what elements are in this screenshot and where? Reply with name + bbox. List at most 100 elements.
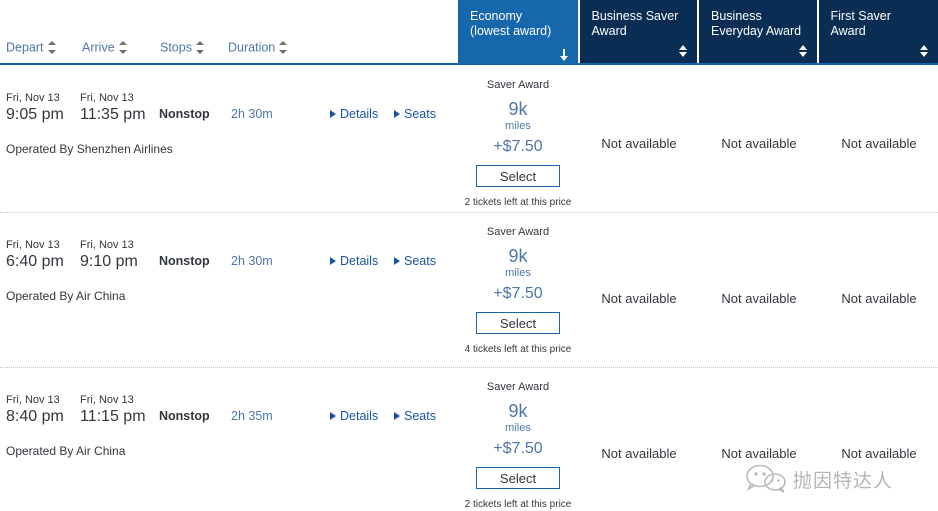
sort-descending-icon[interactable]	[559, 43, 569, 61]
duration-value: 2h 30m	[231, 254, 273, 268]
tab-first-saver-award[interactable]: First Saver Award	[818, 0, 938, 64]
column-header-duration[interactable]: Duration	[228, 40, 288, 55]
tickets-left-text: 2 tickets left at this price	[464, 197, 572, 208]
depart-day: Fri, Nov 13	[6, 239, 60, 251]
arrive-day: Fri, Nov 13	[80, 394, 134, 406]
tab-economy-label: Economy (lowest award)	[470, 9, 552, 38]
not-available-text: Not available	[721, 136, 797, 151]
depart-cell: Fri, Nov 13 9:05 pm	[6, 92, 64, 125]
fare-cell-first-saver: Not available	[820, 66, 938, 152]
sort-toggle-icon[interactable]	[919, 43, 929, 59]
award-miles: 9k	[508, 401, 528, 421]
seats-link-label: Seats	[404, 409, 436, 423]
details-link[interactable]: Details	[330, 107, 378, 121]
arrive-time: 11:35 pm	[80, 106, 146, 123]
award-miles: 9k	[508, 246, 528, 266]
fare-class-tab-bar: Economy (lowest award) Business Saver Aw…	[458, 0, 938, 64]
operated-by-text: Operated By Air China	[6, 289, 126, 303]
column-header-stops[interactable]: Stops	[160, 40, 205, 55]
seats-link-label: Seats	[404, 254, 436, 268]
details-link[interactable]: Details	[330, 409, 378, 423]
fare-cell-business-saver: Not available	[580, 368, 698, 462]
fare-cell-first-saver: Not available	[820, 213, 938, 307]
seats-link-label: Seats	[404, 107, 436, 121]
award-miles: 9k	[508, 99, 528, 119]
not-available-text: Not available	[841, 136, 917, 151]
award-name: Saver Award	[486, 79, 550, 91]
sort-toggle-icon[interactable]	[118, 41, 128, 55]
arrive-day: Fri, Nov 13	[80, 239, 134, 251]
fare-cell-first-saver: Not available	[820, 368, 938, 462]
expand-triangle-icon	[330, 109, 336, 118]
duration-value: 2h 35m	[231, 409, 273, 423]
award-name: Saver Award	[486, 226, 550, 238]
seats-link[interactable]: Seats	[394, 409, 436, 423]
depart-day: Fri, Nov 13	[6, 92, 60, 104]
seats-link[interactable]: Seats	[394, 254, 436, 268]
column-header-depart[interactable]: Depart	[6, 40, 57, 55]
header-divider	[0, 63, 938, 65]
arrive-time: 9:10 pm	[80, 253, 138, 270]
expand-triangle-icon	[330, 411, 336, 420]
award-tax: +$7.50	[493, 440, 543, 457]
award-tax: +$7.50	[493, 138, 543, 155]
arrive-cell: Fri, Nov 13 9:10 pm	[80, 239, 138, 272]
sort-toggle-icon[interactable]	[195, 41, 205, 55]
table-row: Fri, Nov 13 8:40 pm Fri, Nov 13 11:15 pm…	[0, 368, 938, 511]
column-header-stops-label: Stops	[160, 40, 192, 55]
award-miles-unit: miles	[505, 422, 531, 434]
fare-cell-economy: Saver Award 9k miles +$7.50 Select 4 tic…	[458, 213, 578, 356]
fare-cell-business-everyday: Not available	[700, 66, 818, 152]
tab-business-saver-award[interactable]: Business Saver Award	[579, 0, 697, 64]
tab-economy-lowest-award[interactable]: Economy (lowest award)	[458, 0, 578, 64]
not-available-text: Not available	[841, 291, 917, 306]
fare-cell-economy: Saver Award 9k miles +$7.50 Select 2 tic…	[458, 368, 578, 511]
not-available-text: Not available	[601, 291, 677, 306]
sort-toggle-icon[interactable]	[47, 41, 57, 55]
operated-by-text: Operated By Air China	[6, 444, 126, 458]
seats-link[interactable]: Seats	[394, 107, 436, 121]
depart-day: Fri, Nov 13	[6, 394, 60, 406]
expand-triangle-icon	[394, 109, 400, 118]
depart-time: 6:40 pm	[6, 253, 64, 270]
details-link-label: Details	[340, 254, 379, 268]
tab-business-everyday-award[interactable]: Business Everyday Award	[699, 0, 817, 64]
details-link[interactable]: Details	[330, 254, 378, 268]
award-tax: +$7.50	[493, 285, 543, 302]
not-available-text: Not available	[721, 446, 797, 461]
expand-triangle-icon	[394, 256, 400, 265]
tickets-left-text: 4 tickets left at this price	[464, 344, 572, 355]
sort-toggle-icon[interactable]	[279, 41, 288, 55]
not-available-text: Not available	[721, 291, 797, 306]
not-available-text: Not available	[841, 446, 917, 461]
depart-cell: Fri, Nov 13 6:40 pm	[6, 239, 64, 272]
tab-first-saver-label: First Saver Award	[830, 9, 891, 38]
column-header-row: Depart Arrive Stops Duration	[0, 40, 458, 63]
column-header-arrive[interactable]: Arrive	[82, 40, 128, 55]
sort-toggle-icon[interactable]	[678, 43, 688, 59]
expand-triangle-icon	[330, 256, 336, 265]
select-button[interactable]: Select	[476, 312, 560, 334]
arrive-cell: Fri, Nov 13 11:35 pm	[80, 92, 146, 125]
arrive-cell: Fri, Nov 13 11:15 pm	[80, 394, 146, 427]
tab-business-saver-label: Business Saver Award	[591, 9, 679, 38]
stops-value: Nonstop	[159, 107, 210, 121]
operated-by-text: Operated By Shenzhen Airlines	[6, 142, 173, 156]
details-link-label: Details	[340, 107, 379, 121]
tab-business-everyday-label: Business Everyday Award	[711, 9, 802, 38]
table-row: Fri, Nov 13 6:40 pm Fri, Nov 13 9:10 pm …	[0, 213, 938, 367]
select-button[interactable]: Select	[476, 165, 560, 187]
select-button[interactable]: Select	[476, 467, 560, 489]
arrive-time: 11:15 pm	[80, 408, 146, 425]
not-available-text: Not available	[601, 136, 677, 151]
fare-cell-business-everyday: Not available	[700, 213, 818, 307]
award-miles-unit: miles	[505, 267, 531, 279]
depart-cell: Fri, Nov 13 8:40 pm	[6, 394, 64, 427]
sort-toggle-icon[interactable]	[798, 43, 808, 59]
depart-time: 8:40 pm	[6, 408, 64, 425]
details-link-label: Details	[340, 409, 379, 423]
award-flight-results-table: Economy (lowest award) Business Saver Aw…	[0, 0, 938, 511]
fare-cell-business-saver: Not available	[580, 213, 698, 307]
column-header-arrive-label: Arrive	[82, 40, 115, 55]
arrive-day: Fri, Nov 13	[80, 92, 134, 104]
